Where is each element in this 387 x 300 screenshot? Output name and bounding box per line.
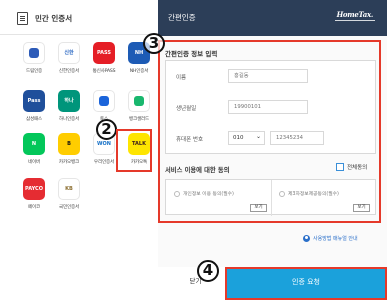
birthdate-input[interactable] <box>228 100 308 114</box>
app-naver-icon: N <box>23 133 45 155</box>
app-shinhan[interactable]: 신한신한인증서 <box>51 42 87 80</box>
app-kb[interactable]: KB 국민인증서 <box>51 178 87 216</box>
app-pass-icon: PASS <box>93 42 115 64</box>
user-icon <box>303 235 310 242</box>
consent-box: 개인정보 이용 동의(필수) 보기 제3자정보제공동의(필수) 보기 <box>165 179 376 216</box>
app-label: 네이버 <box>27 160 41 165</box>
name-input[interactable] <box>228 69 308 83</box>
private-cert-header: 민간 인증서 <box>0 0 158 38</box>
app-payco-icon: PAYCO <box>23 178 45 200</box>
service-consent-title: 서비스 이용에 대한 동의 <box>165 167 230 174</box>
radio-icon <box>279 190 285 197</box>
app-label: 삼성패스 <box>25 117 43 122</box>
app-label: 신한인증서 <box>58 69 80 74</box>
agree-all-checkbox[interactable]: 전체동의 <box>336 163 367 171</box>
phone-row: 휴대폰 번호 010 ⌄ <box>166 123 377 154</box>
app-toss-icon <box>93 90 115 112</box>
agree-all-label: 전체동의 <box>347 165 368 171</box>
carrier-value: 010 <box>233 135 244 141</box>
phone-label: 휴대폰 번호 <box>176 137 204 143</box>
phone-input[interactable] <box>270 131 324 145</box>
app-bankshield-icon <box>128 90 150 112</box>
third-party-consent-radio[interactable]: 제3자정보제공동의(필수) <box>279 190 339 197</box>
app-label: 통신사PASS <box>92 69 116 74</box>
app-shinhan-icon: 신한 <box>58 42 80 64</box>
step-2-marker: 2 <box>96 119 117 140</box>
app-samsungpass-icon: Pass <box>23 90 45 112</box>
app-dreamcert-icon <box>23 42 45 64</box>
section-title: 간편인증 정보 입력 <box>165 50 218 58</box>
app-label: 카카오뱅크 <box>58 160 80 165</box>
app-logo-mark <box>29 48 39 58</box>
carrier-select[interactable]: 010 ⌄ <box>228 131 265 145</box>
app-pass[interactable]: PASS 통신사PASS <box>86 42 122 80</box>
app-kb-icon: KB <box>58 178 80 200</box>
app-label: 드림인증 <box>25 69 43 74</box>
third-party-view-button[interactable]: 보기 <box>353 204 370 212</box>
private-cert-title: 민간 인증서 <box>35 14 73 23</box>
simple-auth-header: 간편인증 HomeTax. <box>158 0 387 36</box>
name-label: 이름 <box>176 75 187 81</box>
privacy-consent-radio[interactable]: 개인정보 이용 동의(필수) <box>174 190 234 197</box>
app-kbank-icon: B <box>58 133 80 155</box>
app-hana-icon: 하나 <box>58 90 80 112</box>
chevron-down-icon: ⌄ <box>255 133 261 140</box>
app-logo-mark <box>134 96 144 106</box>
app-label: 페이코 <box>27 205 41 210</box>
birth-label: 생년월일 <box>176 106 197 112</box>
step-4-marker: 4 <box>197 260 219 282</box>
annotation-box-step2 <box>116 129 152 172</box>
app-samsungpass[interactable]: Pass 삼성패스 <box>16 90 52 128</box>
app-logo-mark <box>99 96 109 106</box>
app-bankshield[interactable]: 뱅크샐러드 <box>121 90 157 128</box>
hometax-logo: HomeTax. <box>334 10 376 21</box>
name-row: 이름 <box>166 61 377 92</box>
header-divider <box>0 34 158 35</box>
app-hana[interactable]: 하나하나인증서 <box>51 90 87 128</box>
app-dreamcert[interactable]: 드림인증 <box>16 42 52 80</box>
third-party-consent-label: 제3자정보제공동의(필수) <box>288 192 339 197</box>
certificate-icon <box>17 12 28 25</box>
step-3-marker: 3 <box>143 33 165 54</box>
app-label: 국민인증서 <box>58 205 80 210</box>
privacy-consent-label: 개인정보 이용 동의(필수) <box>183 192 234 197</box>
app-naver[interactable]: N 네이버 <box>16 133 52 171</box>
radio-icon <box>174 190 180 197</box>
auth-request-button[interactable]: 인증 요청 <box>225 267 387 300</box>
auth-info-form: 이름 생년월일 휴대폰 번호 010 ⌄ <box>165 60 376 154</box>
app-label: 뱅크샐러드 <box>128 117 150 122</box>
privacy-view-button[interactable]: 보기 <box>250 204 267 212</box>
app-label: 하나인증서 <box>58 117 80 122</box>
checkbox-icon <box>336 163 344 171</box>
app-label: NH인증서 <box>129 69 149 74</box>
consent-divider <box>271 180 272 216</box>
manual-help-label: 사용방법 매뉴얼 안내 <box>313 236 358 242</box>
manual-help-link[interactable]: 사용방법 매뉴얼 안내 <box>303 235 358 242</box>
app-kbank[interactable]: B 카카오뱅크 <box>51 133 87 171</box>
simple-auth-title: 간편인증 <box>168 13 196 22</box>
birth-row: 생년월일 <box>166 92 377 123</box>
app-payco[interactable]: PAYCO 페이코 <box>16 178 52 216</box>
